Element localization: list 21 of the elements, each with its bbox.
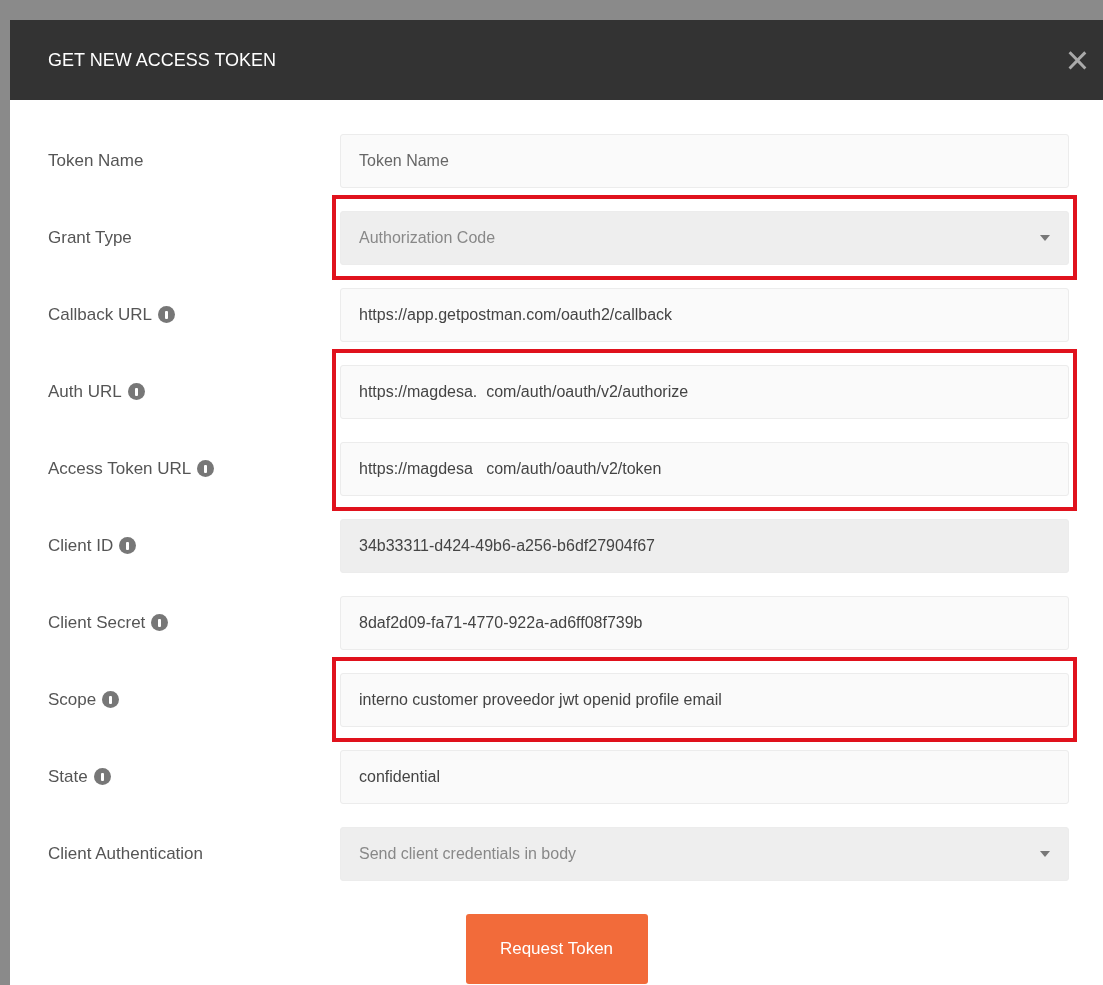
input-field[interactable]: https://magdesa. com/auth/oauth/v2/authorize <box>340 364 1069 419</box>
input-field[interactable]: Token Name <box>340 133 1069 188</box>
field-label: Scope <box>48 688 97 711</box>
field-label: Auth URL <box>48 380 122 403</box>
field-label: Grant Type <box>48 226 132 249</box>
field-label: Client ID <box>48 534 114 557</box>
field-label: State <box>48 765 88 788</box>
field-label: Client Authentication <box>48 842 203 865</box>
field-label: Access Token URL <box>48 457 192 480</box>
caret-icon <box>1040 234 1050 241</box>
field-label: Callback URL <box>48 303 152 326</box>
close-button[interactable]: × <box>1065 40 1089 80</box>
input-field[interactable]: confidential <box>340 749 1069 804</box>
field-label: Client Secret <box>48 611 146 634</box>
caret-icon <box>1040 850 1050 857</box>
dialog-title: GET NEW ACCESS TOKEN <box>48 48 277 72</box>
field-label: Token Name <box>48 149 144 172</box>
input-field[interactable]: https://magdesa com/auth/oauth/v2/token <box>340 441 1069 496</box>
input-field[interactable]: https://app.getpostman.com/oauth2/callback <box>340 287 1069 342</box>
input-field[interactable]: 8daf2d09-fa71-4770-922a-ad6ff08f739b <box>340 595 1069 650</box>
input-field[interactable]: interno customer proveedor jwt openid profile email <box>340 672 1069 727</box>
